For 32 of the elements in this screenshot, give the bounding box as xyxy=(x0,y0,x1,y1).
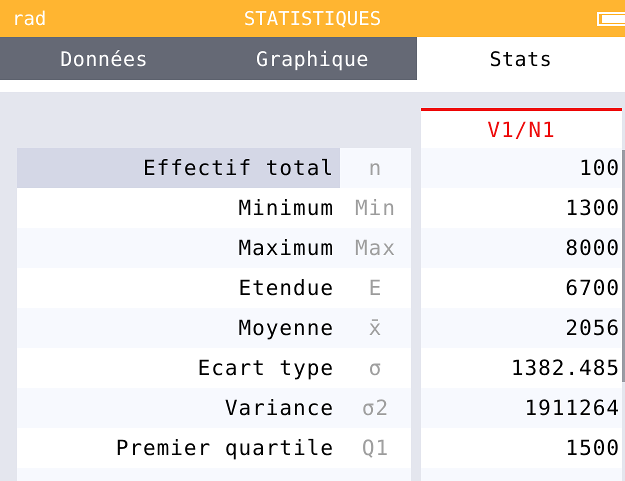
table-cell: 1911264 xyxy=(421,388,622,428)
row-symbol: σ xyxy=(340,348,411,388)
angle-unit: rad xyxy=(11,8,48,30)
column-header: V1/N1 xyxy=(421,108,622,148)
row-label[interactable]: Minimum xyxy=(17,188,340,228)
tab[interactable]: Données xyxy=(0,37,208,80)
row-label[interactable]: Etendue xyxy=(17,268,340,308)
row-symbol: E xyxy=(340,268,411,308)
app-title: STATISTIQUES xyxy=(242,8,382,30)
table-cell: 100 xyxy=(421,148,622,188)
table-cell: 8000 xyxy=(421,228,622,268)
row-symbol: n xyxy=(340,148,411,188)
row-symbol: x̄ xyxy=(340,308,411,348)
battery-icon xyxy=(597,10,625,26)
scrollbar[interactable] xyxy=(622,150,625,382)
row-label[interactable]: Effectif total xyxy=(17,148,340,188)
row-label[interactable]: Maximum xyxy=(17,228,340,268)
table-cell: 6700 xyxy=(421,268,622,308)
row-label[interactable]: Ecart type xyxy=(17,348,340,388)
tab[interactable]: Stats xyxy=(416,37,625,80)
row-symbol: σ2 xyxy=(340,388,411,428)
tab[interactable]: Graphique xyxy=(208,37,417,80)
row-label[interactable]: Premier quartile xyxy=(17,428,340,468)
table-cell: 1500 xyxy=(421,428,622,468)
row-symbol: Q1 xyxy=(340,428,411,468)
row-label[interactable]: Moyenne xyxy=(17,308,340,348)
row-label[interactable]: Variance xyxy=(17,388,340,428)
row-symbol: Min xyxy=(340,188,411,228)
table-cell: 1300 xyxy=(421,188,622,228)
table-cell: 1382.485 xyxy=(421,348,622,388)
table-cell: 2056 xyxy=(421,308,622,348)
row-symbol: Max xyxy=(340,228,411,268)
